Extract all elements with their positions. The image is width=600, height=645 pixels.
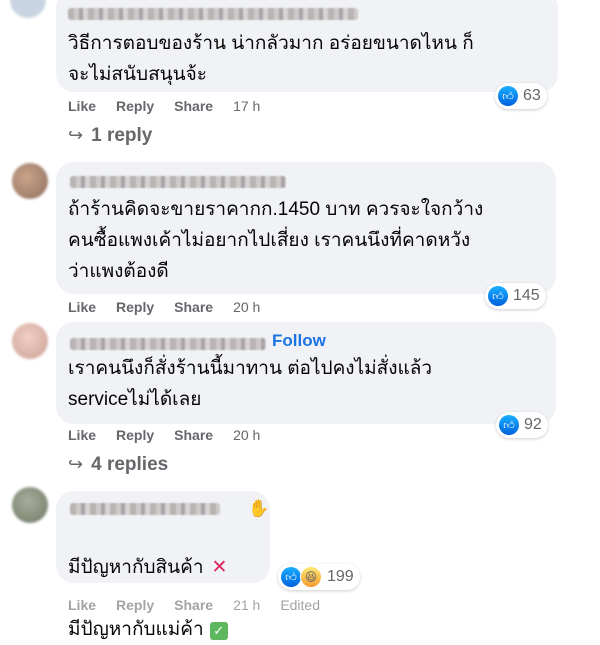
reaction-count[interactable]: 👍︎ 92 [496,412,548,438]
reaction-count[interactable]: 👍︎ 63 [495,83,547,109]
timestamp[interactable]: 20 h [233,299,260,315]
share-button[interactable]: Share [174,299,213,315]
author-name-blurred[interactable] [70,338,266,350]
like-icon: 👍︎ [281,567,301,587]
wave-badge-icon: ✋ [248,499,270,518]
comment-1: วิธีการตอบของร้าน น่ากลัวมาก อร่อยขนาดไห… [0,0,600,160]
avatar[interactable] [12,487,48,523]
share-button[interactable]: Share [174,597,213,613]
reply-button[interactable]: Reply [116,427,154,443]
like-button[interactable]: Like [68,597,96,613]
check-mark-icon: ✓ [209,622,228,640]
like-icon: 👍︎ [488,286,508,306]
avatar[interactable] [12,163,48,199]
edited-label: Edited [280,597,321,613]
comment-line-1: มีปัญหากับสินค้า [68,557,204,578]
comment-text: เราคนนึงก็สั่งร้านนี้มาทาน ต่อไปคงไม่สั่… [68,358,433,410]
comment-actions: Like Reply Share 21 h Edited [68,597,340,613]
view-replies-link[interactable]: ↪ 1 reply [68,125,152,147]
author-name-blurred[interactable] [68,8,358,20]
timestamp[interactable]: 20 h [233,427,260,443]
haha-icon: 😆 [300,566,322,588]
author-name-blurred[interactable] [70,503,220,515]
avatar[interactable] [12,323,48,359]
reaction-count[interactable]: 👍︎ 145 [485,283,546,309]
comment-line-2: มีปัญหากับแม่ค้า [68,619,204,640]
like-button[interactable]: Like [68,427,96,443]
comment-text: ถ้าร้านคิดจะขายราคากก.1450 บาท ควรจะใจกว… [68,199,484,282]
reply-button[interactable]: Reply [116,299,154,315]
cross-mark-icon: ✕ [211,557,228,578]
like-button[interactable]: Like [68,98,96,114]
comment-text: มีปัญหากับสินค้า ✕ มีปัญหากับแม่ค้า ✓ [68,521,228,645]
comment-text: วิธีการตอบของร้าน น่ากลัวมาก อร่อยขนาดไห… [68,33,474,85]
like-button[interactable]: Like [68,299,96,315]
timestamp[interactable]: 17 h [233,98,260,114]
comment-3: Follow เราคนนึงก็สั่งร้านนี้มาทาน ต่อไปค… [0,320,600,485]
comment-actions: Like Reply Share 20 h [68,299,280,315]
share-button[interactable]: Share [174,427,213,443]
like-icon: 👍︎ [499,415,519,435]
like-icon: 👍︎ [498,86,518,106]
reply-arrow-icon: ↪ [68,454,84,474]
share-button[interactable]: Share [174,98,213,114]
comment-actions: Like Reply Share 20 h [68,427,280,443]
reaction-count[interactable]: 👍︎ 😆 199 [278,564,360,590]
comment-4: ✋ มีปัญหากับสินค้า ✕ มีปัญหากับแม่ค้า ✓ 👍︎… [0,485,600,640]
timestamp[interactable]: 21 h [233,597,260,613]
reply-button[interactable]: Reply [116,98,154,114]
comment-2: ถ้าร้านคิดจะขายราคากก.1450 บาท ควรจะใจกว… [0,160,600,320]
avatar[interactable] [10,0,46,18]
author-name-blurred[interactable] [70,176,286,188]
view-replies-link[interactable]: ↪ 4 replies [68,454,168,476]
follow-link[interactable]: Follow [272,331,326,351]
reply-button[interactable]: Reply [116,597,154,613]
reply-arrow-icon: ↪ [68,125,84,145]
comment-actions: Like Reply Share 17 h [68,98,280,114]
